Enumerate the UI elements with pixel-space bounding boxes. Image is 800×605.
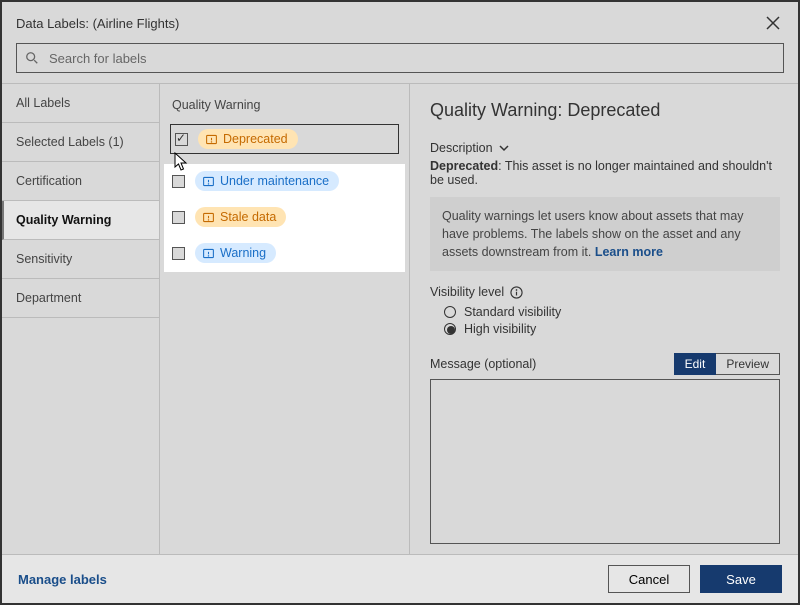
label-pill-under-maintenance[interactable]: Under maintenance: [195, 171, 339, 191]
detail-title: Quality Warning: Deprecated: [430, 100, 780, 121]
label-checkbox[interactable]: [172, 175, 185, 188]
label-row-warning[interactable]: Warning: [170, 240, 399, 266]
cancel-button[interactable]: Cancel: [608, 565, 690, 593]
label-detail-panel: Quality Warning: Deprecated Description …: [410, 84, 798, 554]
label-pill-text: Deprecated: [223, 132, 288, 146]
description-text: Deprecated: This asset is no longer main…: [430, 159, 780, 187]
radio-button[interactable]: [444, 306, 456, 318]
label-pill-deprecated[interactable]: Deprecated: [198, 129, 298, 149]
radio-button[interactable]: [444, 323, 456, 335]
message-label: Message (optional): [430, 357, 536, 371]
sidebar-item-label: All Labels: [16, 96, 70, 110]
search-bar[interactable]: [16, 43, 784, 73]
sidebar-item-selected-labels[interactable]: Selected Labels (1): [2, 123, 159, 162]
chevron-down-icon: [499, 143, 509, 153]
description-toggle[interactable]: Description: [430, 141, 780, 155]
dialog-footer: Manage labels Cancel Save: [2, 554, 798, 603]
edit-tab[interactable]: Edit: [674, 353, 717, 375]
labels-highlight-zone: Under maintenance Stale data: [164, 164, 405, 272]
visibility-radio-group: Standard visibility High visibility: [444, 305, 780, 339]
label-row-stale-data[interactable]: Stale data: [170, 204, 399, 230]
description-toggle-label: Description: [430, 141, 493, 155]
search-icon: [25, 51, 39, 65]
label-checkbox[interactable]: [172, 247, 185, 260]
description-name: Deprecated: [430, 159, 498, 173]
search-bar-wrap: [2, 40, 798, 83]
info-text: Quality warnings let users know about as…: [442, 209, 744, 259]
sidebar-item-quality-warning[interactable]: Quality Warning: [2, 201, 159, 240]
save-button[interactable]: Save: [700, 565, 782, 593]
sidebar-item-label: Sensitivity: [16, 252, 72, 266]
dialog-title: Data Labels: (Airline Flights): [16, 16, 179, 31]
sidebar-item-certification[interactable]: Certification: [2, 162, 159, 201]
sidebar-item-label: Department: [16, 291, 81, 305]
label-checkbox[interactable]: [175, 133, 188, 146]
label-pill-stale-data[interactable]: Stale data: [195, 207, 286, 227]
warning-icon: [202, 247, 215, 260]
warning-icon: [205, 133, 218, 146]
category-sidebar: All Labels Selected Labels (1) Certifica…: [2, 84, 160, 554]
sidebar-item-all-labels[interactable]: All Labels: [2, 84, 159, 123]
edit-preview-toggle: Edit Preview: [674, 353, 780, 375]
preview-tab[interactable]: Preview: [716, 353, 780, 375]
warning-icon: [202, 211, 215, 224]
visibility-option-high[interactable]: High visibility: [444, 322, 780, 336]
label-row-under-maintenance[interactable]: Under maintenance: [170, 168, 399, 194]
message-textarea[interactable]: [430, 379, 780, 544]
info-icon[interactable]: [510, 286, 523, 299]
sidebar-item-label: Quality Warning: [16, 213, 111, 227]
label-row-deprecated[interactable]: Deprecated: [170, 124, 399, 154]
labels-list: Deprecated Under maintenance: [170, 124, 399, 272]
label-pill-text: Warning: [220, 246, 266, 260]
dialog-header: Data Labels: (Airline Flights): [2, 2, 798, 40]
visibility-level-label: Visibility level: [430, 285, 780, 299]
label-checkbox[interactable]: [172, 211, 185, 224]
dialog-body: All Labels Selected Labels (1) Certifica…: [2, 83, 798, 554]
visibility-option-standard[interactable]: Standard visibility: [444, 305, 780, 319]
close-button[interactable]: [762, 12, 784, 34]
sidebar-item-label: Selected Labels (1): [16, 135, 124, 149]
data-labels-dialog: Data Labels: (Airline Flights) All Label…: [0, 0, 800, 605]
message-header: Message (optional) Edit Preview: [430, 353, 780, 375]
learn-more-link[interactable]: Learn more: [595, 245, 663, 259]
visibility-label-text: Visibility level: [430, 285, 504, 299]
close-icon: [766, 16, 780, 30]
search-input[interactable]: [47, 50, 775, 67]
info-box: Quality warnings let users know about as…: [430, 197, 780, 271]
label-pill-text: Under maintenance: [220, 174, 329, 188]
sidebar-item-department[interactable]: Department: [2, 279, 159, 318]
manage-labels-link[interactable]: Manage labels: [18, 572, 107, 587]
warning-icon: [202, 175, 215, 188]
label-pill-text: Stale data: [220, 210, 276, 224]
labels-list-title: Quality Warning: [170, 98, 399, 112]
radio-label: Standard visibility: [464, 305, 561, 319]
label-pill-warning[interactable]: Warning: [195, 243, 276, 263]
sidebar-item-label: Certification: [16, 174, 82, 188]
sidebar-item-sensitivity[interactable]: Sensitivity: [2, 240, 159, 279]
labels-list-panel: Quality Warning Deprecated: [160, 84, 410, 554]
footer-buttons: Cancel Save: [608, 565, 782, 593]
radio-label: High visibility: [464, 322, 536, 336]
